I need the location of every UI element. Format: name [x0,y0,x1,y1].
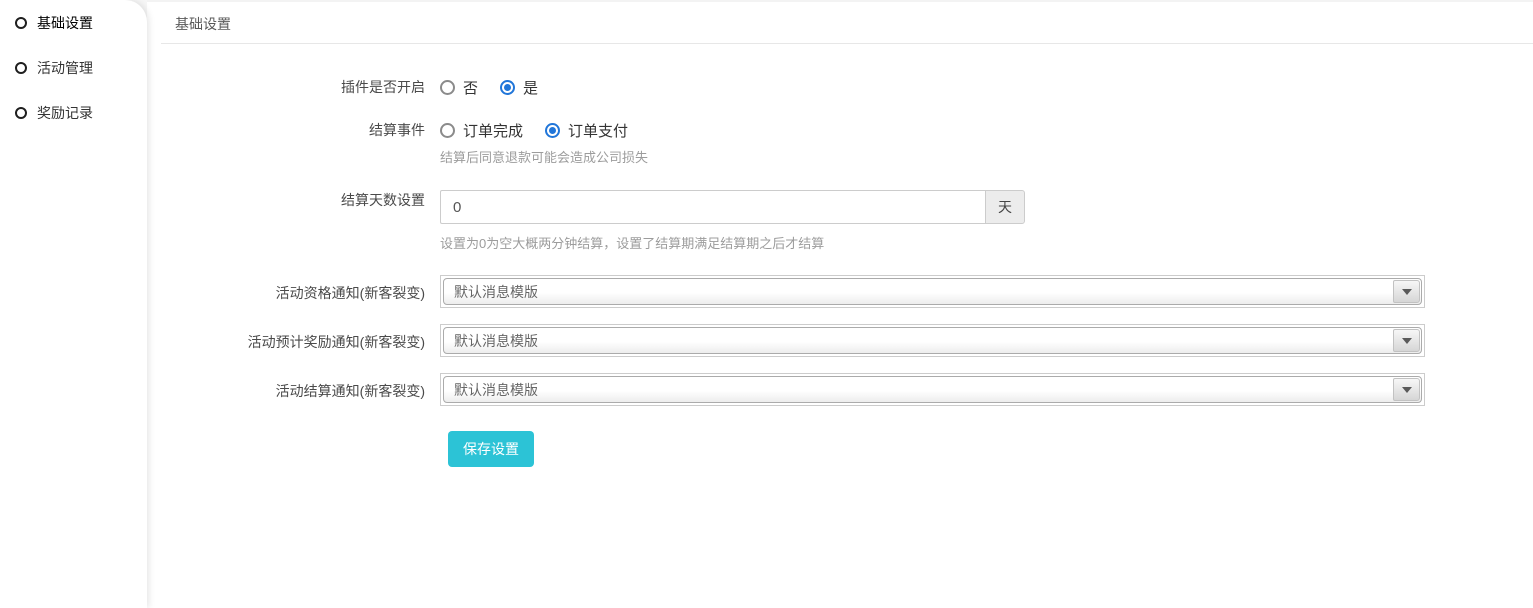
radio-option-yes[interactable]: 是 [500,77,538,98]
sidebar-column: 基础设置 活动管理 奖励记录 [0,0,147,608]
form-row-settlement-days: 结算天数设置 天 设置为0为空大概两分钟结算，设置了结算期满足结算期之后才结算 [147,190,1533,252]
save-settings-button[interactable]: 保存设置 [448,431,534,467]
radio-option-label[interactable]: 否 [463,77,478,98]
radio-icon[interactable] [440,80,455,95]
notify-estimated-reward-select-wrap: 默认消息模版 [440,324,1425,357]
dropdown-arrow-button[interactable] [1393,280,1420,303]
form-row-settlement-event: 结算事件 订单完成 订单支付 结算后同意退款可能会造成公司损失 [147,120,1533,166]
circle-icon [15,62,27,74]
radio-icon[interactable] [440,123,455,138]
page-title: 基础设置 [161,2,1533,44]
radio-option-label[interactable]: 是 [523,77,538,98]
radio-option-order-complete[interactable]: 订单完成 [440,120,523,141]
plugin-enabled-radio-group: 否 是 [440,77,1533,97]
sidebar-item-activity-management[interactable]: 活动管理 [0,45,147,90]
notify-qualification-select-wrap: 默认消息模版 [440,275,1425,308]
field-label: 活动预计奖励通知(新客裂变) [147,324,440,352]
sidebar-item-label: 基础设置 [37,13,93,33]
circle-icon [15,17,27,29]
radio-option-order-paid[interactable]: 订单支付 [545,120,628,141]
notify-estimated-reward-select[interactable]: 默认消息模版 [443,327,1422,354]
settlement-event-radio-group: 订单完成 订单支付 [440,120,1533,140]
radio-option-no[interactable]: 否 [440,77,478,98]
form-row-notify-estimated-reward: 活动预计奖励通知(新客裂变) 默认消息模版 [147,324,1533,357]
dropdown-arrow-button[interactable] [1393,378,1420,401]
settings-page: 基础设置 活动管理 奖励记录 基础设置 插件是否开启 [0,0,1533,608]
form-row-notify-settlement: 活动结算通知(新客裂变) 默认消息模版 [147,373,1533,406]
form-row-notify-qualification: 活动资格通知(新客裂变) 默认消息模版 [147,275,1533,308]
input-unit-addon: 天 [985,190,1025,224]
sidebar-item-basic-settings[interactable]: 基础设置 [0,0,147,45]
settlement-days-input-group: 天 [440,190,1025,224]
main-content: 基础设置 插件是否开启 否 是 [147,0,1533,608]
settings-form: 插件是否开启 否 是 结算事件 [147,44,1533,467]
sidebar-item-label: 奖励记录 [37,103,93,123]
settlement-event-help-text: 结算后同意退款可能会造成公司损失 [440,147,1533,166]
select-value: 默认消息模版 [454,380,538,400]
field-label: 活动结算通知(新客裂变) [147,373,440,401]
sidebar-item-reward-records[interactable]: 奖励记录 [0,90,147,135]
chevron-down-icon [1402,387,1412,393]
form-row-plugin-enabled: 插件是否开启 否 是 [147,77,1533,97]
field-label: 插件是否开启 [147,77,440,97]
notify-settlement-select-wrap: 默认消息模版 [440,373,1425,406]
field-label: 结算天数设置 [147,190,440,210]
select-value: 默认消息模版 [454,282,538,302]
field-label: 活动资格通知(新客裂变) [147,275,440,303]
notify-settlement-select[interactable]: 默认消息模版 [443,376,1422,403]
settlement-days-input[interactable] [440,190,985,224]
field-label: 结算事件 [147,120,440,140]
chevron-down-icon [1402,338,1412,344]
dropdown-arrow-button[interactable] [1393,329,1420,352]
chevron-down-icon [1402,289,1412,295]
sidebar: 基础设置 活动管理 奖励记录 [0,0,147,608]
sidebar-item-label: 活动管理 [37,58,93,78]
radio-option-label[interactable]: 订单完成 [463,120,523,141]
radio-icon[interactable] [545,123,560,138]
button-row: 保存设置 [147,431,1533,467]
radio-icon[interactable] [500,80,515,95]
radio-option-label[interactable]: 订单支付 [568,120,628,141]
notify-qualification-select[interactable]: 默认消息模版 [443,278,1422,305]
select-value: 默认消息模版 [454,331,538,351]
settlement-days-help-text: 设置为0为空大概两分钟结算，设置了结算期满足结算期之后才结算 [440,233,1533,252]
circle-icon [15,107,27,119]
